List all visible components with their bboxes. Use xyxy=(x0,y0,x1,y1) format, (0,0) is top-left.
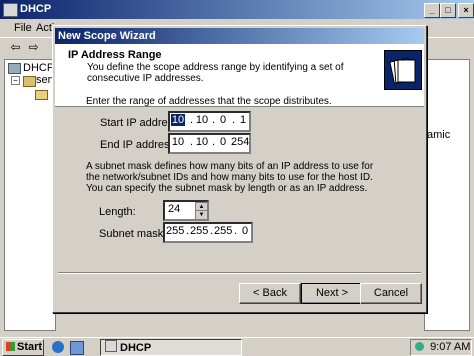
back-button[interactable]: < Back xyxy=(239,283,301,304)
start-label: Start xyxy=(17,341,43,353)
dot-separator: . xyxy=(212,136,216,148)
end-ip-octet-2[interactable]: 10 xyxy=(195,136,209,148)
wizard-title-bar[interactable]: New Scope Wizard xyxy=(55,28,424,44)
dot-separator: . xyxy=(186,225,190,237)
windows-logo-icon xyxy=(6,342,15,351)
quick-launch-ie-icon[interactable] xyxy=(52,341,64,353)
scope-folder-icon xyxy=(35,90,48,100)
dot-separator: . xyxy=(212,114,216,126)
maximize-button[interactable]: □ xyxy=(440,3,456,18)
start-ip-octet-3[interactable]: 0 xyxy=(216,114,230,126)
task-label: DHCP xyxy=(120,342,152,354)
console-title: DHCP xyxy=(20,3,52,15)
tree-pane: DHCP − serv xyxy=(4,59,57,331)
console-title-bar[interactable]: DHCP _ □ × xyxy=(0,0,474,19)
system-tray: 9:07 AM xyxy=(410,339,472,356)
forward-arrow-icon[interactable]: ⇨ xyxy=(26,40,41,55)
dhcp-task-icon xyxy=(105,340,117,352)
menu-file[interactable]: File xyxy=(14,22,32,34)
minimize-button[interactable]: _ xyxy=(424,3,440,18)
taskbar-dhcp-button[interactable]: DHCP xyxy=(100,339,242,356)
dot-separator: . xyxy=(234,225,238,237)
tree-root-label[interactable]: DHCP xyxy=(23,62,54,74)
end-ip-octet-4[interactable]: 254 xyxy=(231,136,249,148)
server-icon xyxy=(23,76,36,87)
start-ip-octet-1[interactable]: 10 xyxy=(171,114,185,126)
end-ip-label: End IP address: xyxy=(100,139,178,151)
subnet-mask-field[interactable]: 255 . 255 . 255 . 0 xyxy=(163,222,253,243)
next-button[interactable]: Next > xyxy=(301,283,363,304)
end-ip-field[interactable]: 10 . 10 . 0 . 254 xyxy=(168,133,251,154)
quick-launch-desktop-icon[interactable] xyxy=(70,341,84,355)
close-button[interactable]: × xyxy=(458,3,474,18)
mask-octet-2[interactable]: 255 xyxy=(190,225,208,237)
subnet-mask-label: Subnet mask: xyxy=(99,228,167,240)
taskbar: Start DHCP 9:07 AM xyxy=(0,337,474,356)
clock: 9:07 AM xyxy=(430,341,471,353)
button-separator xyxy=(58,272,421,274)
intro-text: Enter the range of addresses that the sc… xyxy=(86,96,332,107)
header-title: IP Address Range xyxy=(68,49,162,61)
start-ip-octet-4[interactable]: 1 xyxy=(236,114,250,126)
length-value[interactable]: 24 xyxy=(168,203,180,215)
mask-octet-3[interactable]: 255 xyxy=(214,225,232,237)
subnet-description: A subnet mask defines how many bits of a… xyxy=(86,161,374,194)
cancel-button[interactable]: Cancel xyxy=(360,283,422,304)
back-arrow-icon[interactable]: ⇦ xyxy=(8,40,23,55)
spin-down-icon[interactable]: ▼ xyxy=(195,210,208,220)
start-button[interactable]: Start xyxy=(2,339,44,356)
tray-network-icon[interactable] xyxy=(415,342,424,351)
dot-separator: . xyxy=(232,114,236,126)
dot-separator: . xyxy=(190,136,194,148)
header-description: You define the scope address range by id… xyxy=(87,62,344,84)
details-pane: amic xyxy=(424,59,470,331)
end-ip-octet-3[interactable]: 0 xyxy=(216,136,230,148)
wizard-title: New Scope Wizard xyxy=(58,30,156,42)
wizard-folders-icon xyxy=(384,50,422,90)
start-ip-field[interactable]: 10 . 10 . 0 . 1 xyxy=(168,111,251,132)
end-ip-label-text: End IP address: xyxy=(100,139,179,151)
length-spinner[interactable]: 24 ▲ ▼ xyxy=(163,200,209,221)
details-text: amic xyxy=(427,129,451,141)
mask-octet-4[interactable]: 0 xyxy=(238,225,252,237)
dot-separator: . xyxy=(190,114,194,126)
mask-octet-1[interactable]: 255 xyxy=(166,225,184,237)
new-scope-wizard-dialog: New Scope Wizard IP Address Range You de… xyxy=(52,25,427,313)
dhcp-app-icon xyxy=(3,3,18,17)
expand-icon[interactable]: − xyxy=(11,76,20,85)
end-ip-octet-1[interactable]: 10 xyxy=(171,136,185,148)
start-ip-octet-2[interactable]: 10 xyxy=(195,114,209,126)
dot-separator: . xyxy=(210,225,214,237)
length-label: Length: xyxy=(99,206,136,218)
tree-root-icon xyxy=(8,63,21,74)
